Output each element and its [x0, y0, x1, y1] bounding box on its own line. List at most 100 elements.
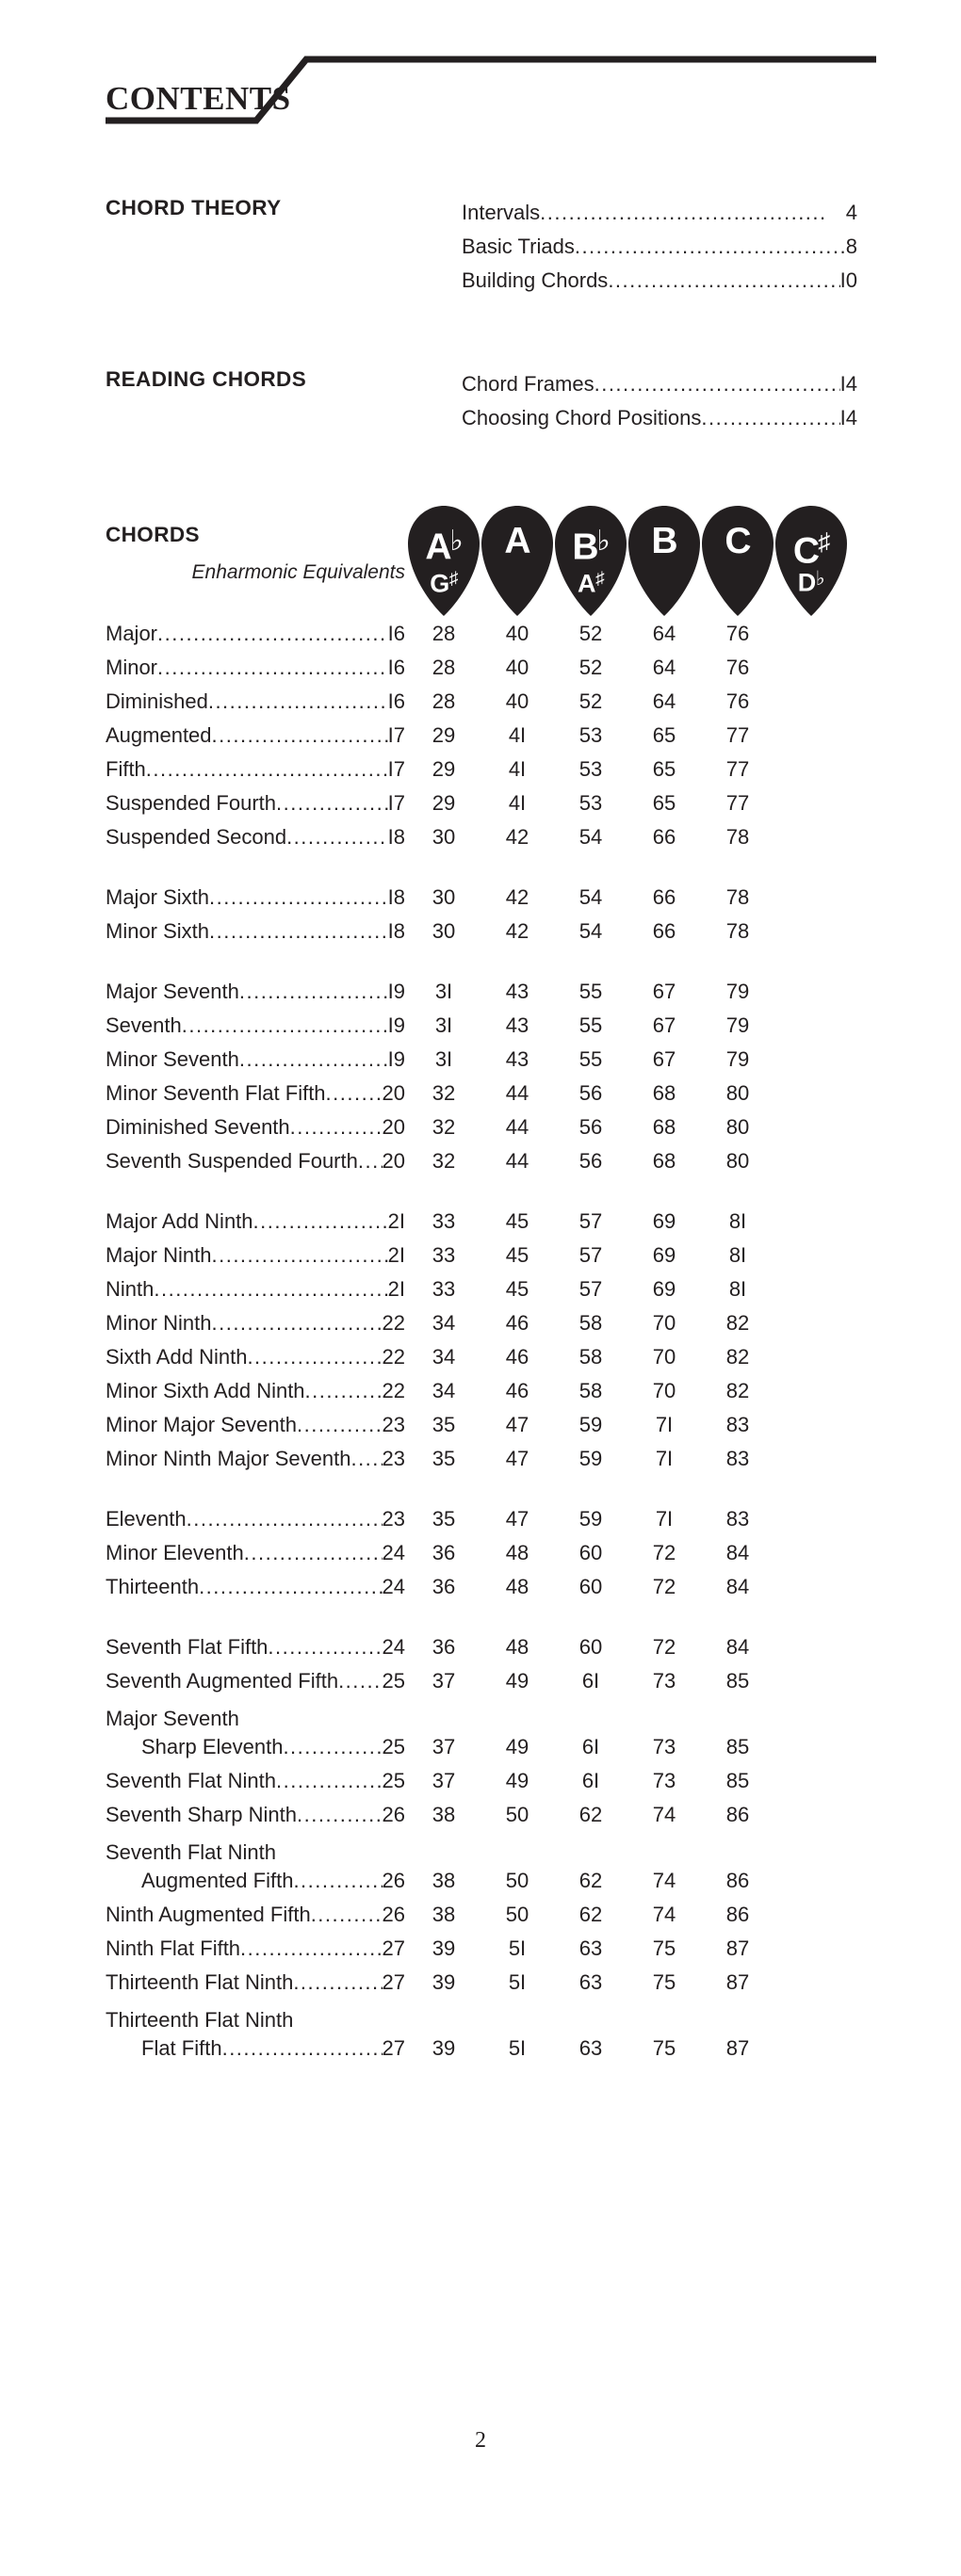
chord-root-badge[interactable]: A: [479, 504, 556, 619]
chord-index-row[interactable]: Minor Sixth.............................…: [106, 919, 859, 953]
chord-index-row[interactable]: Ninth...................................…: [106, 1277, 859, 1311]
chord-page-number: 87: [725, 1970, 750, 1994]
chord-root-badge[interactable]: B: [626, 504, 703, 619]
chord-index-row[interactable]: Augmented ..............................…: [106, 723, 859, 757]
chord-page-number: 57: [578, 1209, 603, 1233]
chord-page-number: I6: [387, 622, 405, 645]
chord-page-number: 57: [578, 1243, 603, 1267]
chord-page-number: I9: [387, 1047, 405, 1071]
chord-page-number: 64: [652, 622, 676, 645]
chord-root-badge[interactable]: C♯ D♭: [773, 504, 850, 619]
chord-page-number: 38: [432, 1903, 456, 1926]
chord-name-cell: Thirteenth Flat Ninth...................…: [106, 1970, 405, 1995]
chord-page-numbers: 36 48 60 72 84: [405, 1541, 773, 1565]
chord-page-number: 54: [578, 825, 603, 849]
chord-page-number: 43: [505, 980, 529, 1003]
toc-entry[interactable]: Basic Triads ...........................…: [462, 230, 857, 264]
chord-page-numbers: 33 45 57 69 8I: [405, 1277, 773, 1302]
chord-index-row[interactable]: Fifth ..................................…: [106, 757, 859, 791]
chord-root-badge[interactable]: C: [699, 504, 776, 619]
chord-name-label: Suspended Fourth: [106, 791, 277, 815]
chord-index-row[interactable]: Sixth Add Ninth.........................…: [106, 1345, 859, 1379]
leader-dots: ........................................…: [211, 1311, 382, 1335]
chord-page-number: 29: [432, 791, 456, 815]
chord-index-row[interactable]: Thirteenth Flat Ninth Flat Fifth ........…: [106, 2004, 859, 2070]
chord-name-cell: Minor Sixth.............................…: [106, 919, 405, 944]
leader-dots: ........................................…: [207, 689, 388, 713]
chord-page-number: 72: [652, 1635, 676, 1659]
chord-index-row[interactable]: Seventh Augmented Fifth.................…: [106, 1669, 859, 1703]
chord-index-row[interactable]: Major Seventh ..........................…: [106, 980, 859, 1013]
chord-index-row[interactable]: Seventh Flat Ninth .....................…: [106, 1769, 859, 1803]
flat-icon: ♭: [449, 526, 464, 557]
chord-page-number: 35: [432, 1413, 456, 1436]
chord-index-row[interactable]: Minor Seventh...........................…: [106, 1047, 859, 1081]
toc-leader-dots: ........................................…: [701, 406, 839, 429]
chord-page-number: 54: [578, 885, 603, 909]
chord-name-line-2-row: Flat Fifth .............................…: [106, 2036, 859, 2070]
toc-entry[interactable]: Intervals ..............................…: [462, 196, 857, 230]
chord-index-row[interactable]: Major Ninth.............................…: [106, 1243, 859, 1277]
chord-name-cell: Minor Seventh...........................…: [106, 1047, 405, 1072]
chord-page-number: 24: [382, 1575, 405, 1598]
chord-index-row[interactable]: Major Add Ninth ........................…: [106, 1209, 859, 1243]
chord-page-number: 5I: [508, 2036, 527, 2060]
chord-root-badge[interactable]: A♭ G♯: [405, 504, 482, 619]
chord-name-cell: Seventh Flat Ninth .....................…: [106, 1769, 405, 1793]
chord-root-badge[interactable]: B♭ A♯: [552, 504, 629, 619]
chord-index-row[interactable]: Eleventh................................…: [106, 1507, 859, 1541]
chord-page-number: 8I: [728, 1209, 747, 1233]
toc-entry[interactable]: Building Chords ........................…: [462, 264, 857, 298]
chord-page-number: 6I: [581, 1735, 600, 1758]
chord-index-row[interactable]: Minor Seventh Flat Fifth................…: [106, 1081, 859, 1115]
chord-index-row[interactable]: Minor Major Seventh.....................…: [106, 1413, 859, 1447]
toc-entry[interactable]: Choosing Chord Positions ...............…: [462, 401, 857, 435]
chord-page-number: 49: [505, 1669, 529, 1693]
chord-index-row[interactable]: Thirteenth Flat Ninth...................…: [106, 1970, 859, 2004]
chord-index-row[interactable]: Suspended Fourth........................…: [106, 791, 859, 825]
chord-page-number: 76: [725, 656, 750, 679]
chord-name-cell: Minor ..................................…: [106, 656, 405, 680]
chord-page-number: 53: [578, 757, 603, 781]
chord-index-row[interactable]: Seventh Sharp Ninth.....................…: [106, 1803, 859, 1837]
leader-dots: ........................................…: [293, 1869, 382, 1892]
chord-page-number: 44: [505, 1081, 529, 1105]
chord-index-row[interactable]: Minor Eleventh..........................…: [106, 1541, 859, 1575]
chord-page-numbers: 37 49 6I 73 85: [405, 1769, 773, 1793]
chord-index-row[interactable]: Seventh ................................…: [106, 1013, 859, 1047]
chord-index-row[interactable]: Minor Sixth Add Ninth...................…: [106, 1379, 859, 1413]
chord-index-row[interactable]: Minor Ninth ............................…: [106, 1311, 859, 1345]
chord-page-number: 49: [505, 1769, 529, 1792]
leader-dots: ........................................…: [211, 1243, 387, 1267]
chord-index-row[interactable]: Major...................................…: [106, 622, 859, 656]
toc-entry[interactable]: Chord Frames ...........................…: [462, 367, 857, 401]
chord-page-number: 76: [725, 689, 750, 713]
chord-page-number: 34: [432, 1311, 456, 1335]
leader-dots: ........................................…: [276, 791, 388, 815]
chord-name-label: Minor Seventh: [106, 1047, 239, 1071]
chord-index-row[interactable]: Major Seventh Sharp Eleventh.............…: [106, 1703, 859, 1769]
chord-page-number: 80: [725, 1081, 750, 1105]
chord-index-row[interactable]: Diminished..............................…: [106, 689, 859, 723]
chord-page-number: 50: [505, 1903, 529, 1926]
chord-page-number: 82: [725, 1311, 750, 1335]
chord-name-label: Seventh Flat Fifth: [106, 1635, 269, 1659]
page-canvas: CONTENTS CHORD THEORY Intervals ........…: [0, 0, 961, 2576]
chord-index-row[interactable]: Ninth Augmented Fifth ..................…: [106, 1903, 859, 1936]
chord-index-row[interactable]: Seventh Flat Ninth Augmented Fifth ......…: [106, 1837, 859, 1903]
chord-index-row[interactable]: Seventh Flat Fifth......................…: [106, 1635, 859, 1669]
chord-index-row[interactable]: Major Sixth ............................…: [106, 885, 859, 919]
chord-page-number: 22: [382, 1311, 405, 1335]
chord-name-cell: Major Seventh ..........................…: [106, 980, 405, 1004]
chord-index-row[interactable]: Seventh Suspended Fourth ...............…: [106, 1149, 859, 1183]
chord-page-number: 69: [652, 1209, 676, 1233]
chord-index-row[interactable]: Ninth Flat Fifth........................…: [106, 1936, 859, 1970]
chord-page-number: 42: [505, 919, 529, 943]
chord-index-row[interactable]: Diminished Seventh .....................…: [106, 1115, 859, 1149]
chord-name-label: Major Add Ninth: [106, 1209, 253, 1233]
chord-index-row[interactable]: Thirteenth..............................…: [106, 1575, 859, 1609]
chord-index-row[interactable]: Minor Ninth Major Seventh...............…: [106, 1447, 859, 1481]
chord-index-row[interactable]: Minor ..................................…: [106, 656, 859, 689]
chord-page-number: 58: [578, 1345, 603, 1369]
chord-index-row[interactable]: Suspended Second .......................…: [106, 825, 859, 859]
